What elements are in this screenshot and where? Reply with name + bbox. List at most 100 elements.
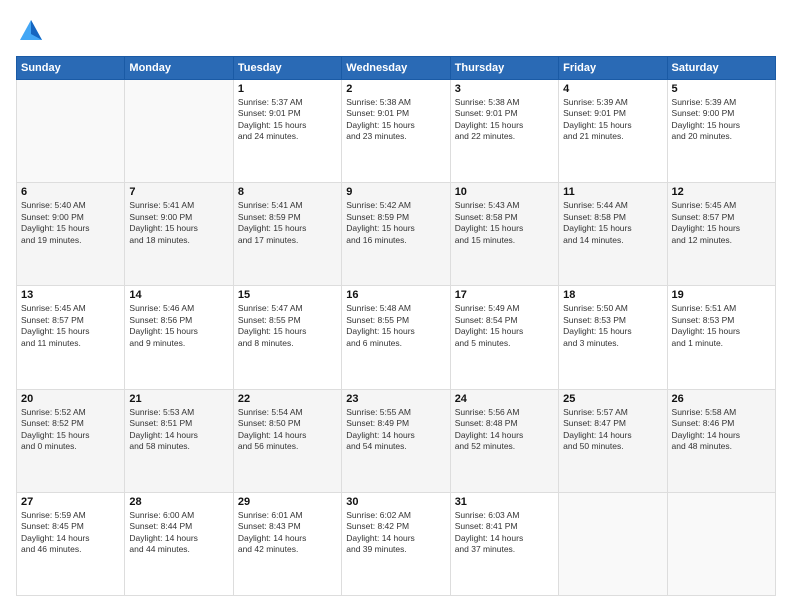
calendar-day-cell: 23 Sunrise: 5:55 AM Sunset: 8:49 PM Dayli…	[342, 389, 450, 492]
day-of-week-header: Saturday	[667, 57, 775, 80]
calendar-day-cell: 25 Sunrise: 5:57 AM Sunset: 8:47 PM Dayli…	[559, 389, 667, 492]
calendar-day-cell: 17Sunrise: 5:49 AM Sunset: 8:54 PM Dayli…	[450, 286, 558, 389]
day-info: Sunrise: 5:59 AM Sunset: 8:45 PM Dayligh…	[21, 510, 120, 556]
day-info: Sunrise: 5:51 AM Sunset: 8:53 PM Dayligh…	[672, 303, 771, 349]
day-info: Sunrise: 5:55 AM Sunset: 8:49 PM Dayligh…	[346, 407, 445, 453]
calendar-week-row: 1 Sunrise: 5:37 AM Sunset: 9:01 PM Daylig…	[17, 80, 776, 183]
calendar-day-cell: 7 Sunrise: 5:41 AM Sunset: 9:00 PM Daylig…	[125, 183, 233, 286]
day-number: 6	[21, 186, 120, 198]
day-info: Sunrise: 5:39 AM Sunset: 9:01 PM Dayligh…	[563, 97, 662, 143]
calendar-day-cell: 14 Sunrise: 5:46 AM Sunset: 8:56 PM Dayli…	[125, 286, 233, 389]
calendar-day-cell: 11 Sunrise: 5:44 AM Sunset: 8:58 PM Dayli…	[559, 183, 667, 286]
calendar-day-cell: 18 Sunrise: 5:50 AM Sunset: 8:53 PM Dayli…	[559, 286, 667, 389]
calendar-day-cell: 8 Sunrise: 5:41 AM Sunset: 8:59 PM Daylig…	[233, 183, 341, 286]
calendar-day-cell: 9Sunrise: 5:42 AM Sunset: 8:59 PM Daylig…	[342, 183, 450, 286]
calendar-day-cell	[667, 492, 775, 595]
day-info: Sunrise: 5:41 AM Sunset: 9:00 PM Dayligh…	[129, 200, 228, 246]
day-number: 28	[129, 496, 228, 508]
day-number: 16	[346, 289, 445, 301]
day-number: 8	[238, 186, 337, 198]
day-info: Sunrise: 5:40 AM Sunset: 9:00 PM Dayligh…	[21, 200, 120, 246]
day-info: Sunrise: 6:00 AM Sunset: 8:44 PM Dayligh…	[129, 510, 228, 556]
day-number: 25	[563, 393, 662, 405]
calendar-day-cell: 30 Sunrise: 6:02 AM Sunset: 8:42 PM Dayli…	[342, 492, 450, 595]
calendar-table: SundayMondayTuesdayWednesdayThursdayFrid…	[16, 56, 776, 596]
day-info: Sunrise: 5:37 AM Sunset: 9:01 PM Dayligh…	[238, 97, 337, 143]
calendar-week-row: 20 Sunrise: 5:52 AM Sunset: 8:52 PM Dayli…	[17, 389, 776, 492]
day-number: 29	[238, 496, 337, 508]
day-info: Sunrise: 5:45 AM Sunset: 8:57 PM Dayligh…	[672, 200, 771, 246]
day-number: 1	[238, 83, 337, 95]
calendar-day-cell: 12 Sunrise: 5:45 AM Sunset: 8:57 PM Dayli…	[667, 183, 775, 286]
day-info: Sunrise: 5:50 AM Sunset: 8:53 PM Dayligh…	[563, 303, 662, 349]
day-number: 18	[563, 289, 662, 301]
calendar-day-cell: 31Sunrise: 6:03 AM Sunset: 8:41 PM Dayli…	[450, 492, 558, 595]
calendar-day-cell: 24 Sunrise: 5:56 AM Sunset: 8:48 PM Dayli…	[450, 389, 558, 492]
calendar-day-cell: 21 Sunrise: 5:53 AM Sunset: 8:51 PM Dayli…	[125, 389, 233, 492]
day-info: Sunrise: 5:38 AM Sunset: 9:01 PM Dayligh…	[455, 97, 554, 143]
day-number: 11	[563, 186, 662, 198]
day-number: 14	[129, 289, 228, 301]
day-number: 2	[346, 83, 445, 95]
calendar-day-cell: 2 Sunrise: 5:38 AM Sunset: 9:01 PM Daylig…	[342, 80, 450, 183]
calendar-day-cell: 19 Sunrise: 5:51 AM Sunset: 8:53 PM Dayli…	[667, 286, 775, 389]
calendar-day-cell: 29 Sunrise: 6:01 AM Sunset: 8:43 PM Dayli…	[233, 492, 341, 595]
day-info: Sunrise: 5:48 AM Sunset: 8:55 PM Dayligh…	[346, 303, 445, 349]
day-of-week-header: Tuesday	[233, 57, 341, 80]
day-number: 13	[21, 289, 120, 301]
calendar-week-row: 27Sunrise: 5:59 AM Sunset: 8:45 PM Dayli…	[17, 492, 776, 595]
day-info: Sunrise: 5:46 AM Sunset: 8:56 PM Dayligh…	[129, 303, 228, 349]
day-info: Sunrise: 5:44 AM Sunset: 8:58 PM Dayligh…	[563, 200, 662, 246]
day-number: 22	[238, 393, 337, 405]
day-number: 9	[346, 186, 445, 198]
day-of-week-header: Thursday	[450, 57, 558, 80]
calendar-day-cell: 16 Sunrise: 5:48 AM Sunset: 8:55 PM Dayli…	[342, 286, 450, 389]
calendar-day-cell	[125, 80, 233, 183]
day-number: 23	[346, 393, 445, 405]
day-info: Sunrise: 5:49 AM Sunset: 8:54 PM Dayligh…	[455, 303, 554, 349]
day-info: Sunrise: 5:41 AM Sunset: 8:59 PM Dayligh…	[238, 200, 337, 246]
calendar-day-cell: 1 Sunrise: 5:37 AM Sunset: 9:01 PM Daylig…	[233, 80, 341, 183]
calendar-day-cell: 10Sunrise: 5:43 AM Sunset: 8:58 PM Dayli…	[450, 183, 558, 286]
day-number: 21	[129, 393, 228, 405]
day-number: 30	[346, 496, 445, 508]
day-number: 7	[129, 186, 228, 198]
calendar-day-cell: 3Sunrise: 5:38 AM Sunset: 9:01 PM Daylig…	[450, 80, 558, 183]
day-number: 20	[21, 393, 120, 405]
day-info: Sunrise: 5:57 AM Sunset: 8:47 PM Dayligh…	[563, 407, 662, 453]
day-number: 26	[672, 393, 771, 405]
day-number: 5	[672, 83, 771, 95]
calendar-day-cell: 22Sunrise: 5:54 AM Sunset: 8:50 PM Dayli…	[233, 389, 341, 492]
day-info: Sunrise: 5:56 AM Sunset: 8:48 PM Dayligh…	[455, 407, 554, 453]
day-number: 10	[455, 186, 554, 198]
page: SundayMondayTuesdayWednesdayThursdayFrid…	[0, 0, 792, 612]
calendar-day-cell: 27Sunrise: 5:59 AM Sunset: 8:45 PM Dayli…	[17, 492, 125, 595]
calendar-day-cell: 28 Sunrise: 6:00 AM Sunset: 8:44 PM Dayli…	[125, 492, 233, 595]
day-number: 19	[672, 289, 771, 301]
day-info: Sunrise: 5:38 AM Sunset: 9:01 PM Dayligh…	[346, 97, 445, 143]
calendar-day-cell: 20 Sunrise: 5:52 AM Sunset: 8:52 PM Dayli…	[17, 389, 125, 492]
calendar-header-row: SundayMondayTuesdayWednesdayThursdayFrid…	[17, 57, 776, 80]
calendar-week-row: 6 Sunrise: 5:40 AM Sunset: 9:00 PM Daylig…	[17, 183, 776, 286]
day-info: Sunrise: 6:01 AM Sunset: 8:43 PM Dayligh…	[238, 510, 337, 556]
day-info: Sunrise: 5:58 AM Sunset: 8:46 PM Dayligh…	[672, 407, 771, 453]
day-info: Sunrise: 5:53 AM Sunset: 8:51 PM Dayligh…	[129, 407, 228, 453]
day-info: Sunrise: 5:52 AM Sunset: 8:52 PM Dayligh…	[21, 407, 120, 453]
day-of-week-header: Monday	[125, 57, 233, 80]
day-number: 15	[238, 289, 337, 301]
calendar-day-cell: 26 Sunrise: 5:58 AM Sunset: 8:46 PM Dayli…	[667, 389, 775, 492]
day-number: 24	[455, 393, 554, 405]
day-info: Sunrise: 5:47 AM Sunset: 8:55 PM Dayligh…	[238, 303, 337, 349]
calendar-day-cell: 15 Sunrise: 5:47 AM Sunset: 8:55 PM Dayli…	[233, 286, 341, 389]
day-of-week-header: Sunday	[17, 57, 125, 80]
calendar-day-cell: 4 Sunrise: 5:39 AM Sunset: 9:01 PM Daylig…	[559, 80, 667, 183]
calendar-day-cell: 5Sunrise: 5:39 AM Sunset: 9:00 PM Daylig…	[667, 80, 775, 183]
day-of-week-header: Wednesday	[342, 57, 450, 80]
day-number: 12	[672, 186, 771, 198]
logo	[16, 16, 50, 46]
day-info: Sunrise: 6:02 AM Sunset: 8:42 PM Dayligh…	[346, 510, 445, 556]
calendar-day-cell: 13Sunrise: 5:45 AM Sunset: 8:57 PM Dayli…	[17, 286, 125, 389]
day-number: 4	[563, 83, 662, 95]
day-info: Sunrise: 6:03 AM Sunset: 8:41 PM Dayligh…	[455, 510, 554, 556]
calendar-day-cell	[559, 492, 667, 595]
